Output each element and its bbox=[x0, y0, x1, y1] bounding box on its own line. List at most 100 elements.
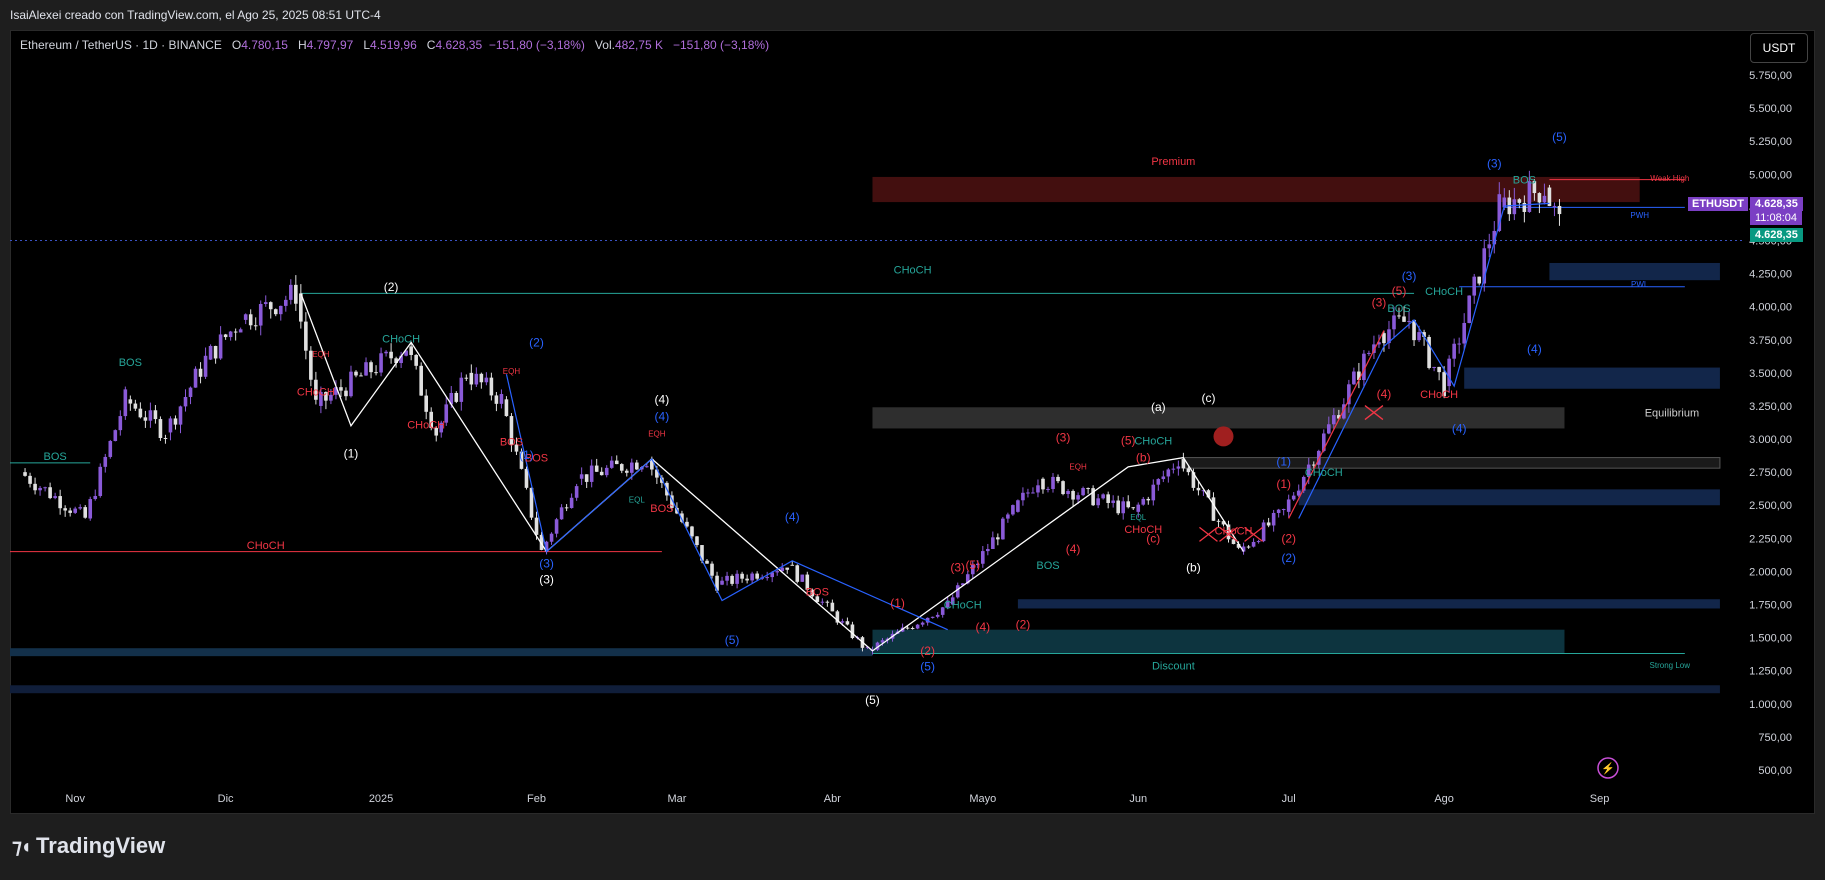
wave-label: (1) bbox=[519, 448, 534, 462]
candle-body bbox=[820, 601, 825, 603]
structure-label: BOS bbox=[1387, 303, 1410, 315]
wave-label: (3) bbox=[539, 556, 554, 570]
candle-body bbox=[559, 507, 564, 520]
x-axis-tick: 2025 bbox=[369, 793, 393, 805]
wave-label: (4) bbox=[785, 510, 800, 524]
candle-body bbox=[1327, 424, 1331, 434]
candle-body bbox=[1176, 466, 1181, 469]
candle-body bbox=[745, 578, 749, 581]
structure-label: BOS bbox=[806, 586, 829, 598]
candle-body bbox=[920, 622, 925, 625]
candle-body bbox=[454, 392, 459, 402]
candle-body bbox=[1467, 295, 1472, 323]
candle-body bbox=[1352, 371, 1356, 385]
candle-body bbox=[183, 396, 188, 407]
candle-body bbox=[349, 371, 353, 397]
candle-body bbox=[233, 331, 238, 333]
change-value: −151,80 (−3,18%) bbox=[488, 38, 585, 52]
wave-label: (5) bbox=[1552, 130, 1567, 144]
candle-body bbox=[1512, 199, 1517, 215]
candle-body bbox=[735, 573, 739, 584]
candle-body bbox=[354, 371, 358, 376]
x-axis-tick: Jul bbox=[1282, 793, 1296, 805]
symbol-name[interactable]: Ethereum / TetherUS · 1D · BINANCE bbox=[20, 38, 222, 52]
candle-body bbox=[53, 496, 57, 499]
candle-body bbox=[775, 571, 780, 573]
candle-body bbox=[1161, 476, 1166, 480]
candle-body bbox=[1196, 487, 1201, 491]
candle-body bbox=[294, 284, 298, 304]
candle-body bbox=[629, 462, 634, 473]
zone-label: Strong Low bbox=[1650, 661, 1691, 670]
candle-body bbox=[524, 468, 529, 488]
candle-body bbox=[123, 389, 128, 417]
candle-body bbox=[1472, 276, 1477, 296]
price-chart[interactable]: BOS BOS CHoCH CHoCH CHoCH CHoCH BOS BOS BOS BOS CH… bbox=[0, 0, 1825, 880]
zone-label: EQH bbox=[1069, 462, 1087, 471]
candle-body bbox=[800, 574, 805, 582]
candle-body bbox=[1051, 476, 1055, 489]
y-axis-tick: 1.000,00 bbox=[1749, 699, 1792, 711]
candle-body bbox=[1071, 490, 1075, 500]
candle-body bbox=[720, 580, 724, 585]
wave-label: (4) bbox=[655, 392, 670, 406]
wave-label: (2) bbox=[1281, 531, 1296, 545]
candle-body bbox=[584, 474, 589, 482]
candle-body bbox=[213, 345, 218, 359]
candle-body bbox=[790, 564, 795, 566]
y-axis-tick: 3.250,00 bbox=[1749, 401, 1792, 413]
candle-body bbox=[504, 399, 509, 417]
structure-label: CHoCH bbox=[1420, 389, 1458, 401]
currency-button[interactable]: USDT bbox=[1750, 33, 1808, 63]
candle-body bbox=[1397, 315, 1401, 317]
y-axis-tick: 3.000,00 bbox=[1749, 434, 1792, 446]
candle-body bbox=[1056, 476, 1060, 482]
candle-body bbox=[23, 472, 27, 476]
high-label: H bbox=[297, 38, 307, 52]
wave-label: (2) bbox=[1281, 551, 1296, 565]
candle-body bbox=[98, 466, 103, 496]
zone-label: Equilibrium bbox=[1645, 408, 1699, 420]
candle-body bbox=[730, 575, 734, 584]
wave-label: (3) bbox=[1402, 269, 1417, 283]
candle-body bbox=[193, 368, 198, 388]
candle-body bbox=[143, 417, 148, 421]
candle-body bbox=[1036, 485, 1040, 493]
candle-body bbox=[1432, 366, 1436, 368]
structure-label: BOS bbox=[500, 437, 523, 449]
candle-body bbox=[258, 303, 263, 326]
demand-block bbox=[10, 648, 873, 657]
wave-label: (4) bbox=[1452, 421, 1467, 435]
candle-body bbox=[268, 302, 273, 310]
candle-body bbox=[725, 575, 729, 581]
wave-label: (2) bbox=[920, 644, 935, 658]
candle-body bbox=[740, 573, 744, 579]
candle-body bbox=[63, 508, 67, 511]
zone-label: PWL bbox=[1631, 280, 1649, 289]
tradingview-logo[interactable]: ⁊◖ TradingView bbox=[12, 833, 165, 859]
candle-body bbox=[1256, 541, 1261, 543]
candle-body bbox=[1016, 500, 1020, 512]
wave-label: (2) bbox=[1016, 617, 1031, 631]
candle-body bbox=[68, 510, 72, 513]
ticker-tag: ETHUSDT bbox=[1688, 197, 1748, 211]
x-axis-tick: Mar bbox=[667, 793, 686, 805]
candle-body bbox=[1041, 478, 1045, 490]
wave-label: (5) bbox=[965, 558, 980, 572]
zone-label: EQH bbox=[312, 350, 330, 359]
candle-body bbox=[1021, 492, 1025, 501]
candle-body bbox=[479, 373, 484, 383]
order-block-3 bbox=[1549, 262, 1720, 281]
wave-label: (4) bbox=[1527, 342, 1542, 356]
candle-body bbox=[384, 351, 388, 354]
wave-label: (c) bbox=[1146, 531, 1160, 545]
candle-body bbox=[1026, 492, 1030, 494]
candle-body bbox=[178, 406, 183, 425]
zone-label: Discount bbox=[1152, 660, 1195, 672]
candle-body bbox=[574, 486, 579, 498]
candle-body bbox=[594, 465, 599, 472]
candle-body bbox=[1136, 504, 1141, 512]
candle-body bbox=[695, 536, 699, 546]
candle-body bbox=[1121, 501, 1126, 514]
candle-body bbox=[283, 299, 288, 306]
